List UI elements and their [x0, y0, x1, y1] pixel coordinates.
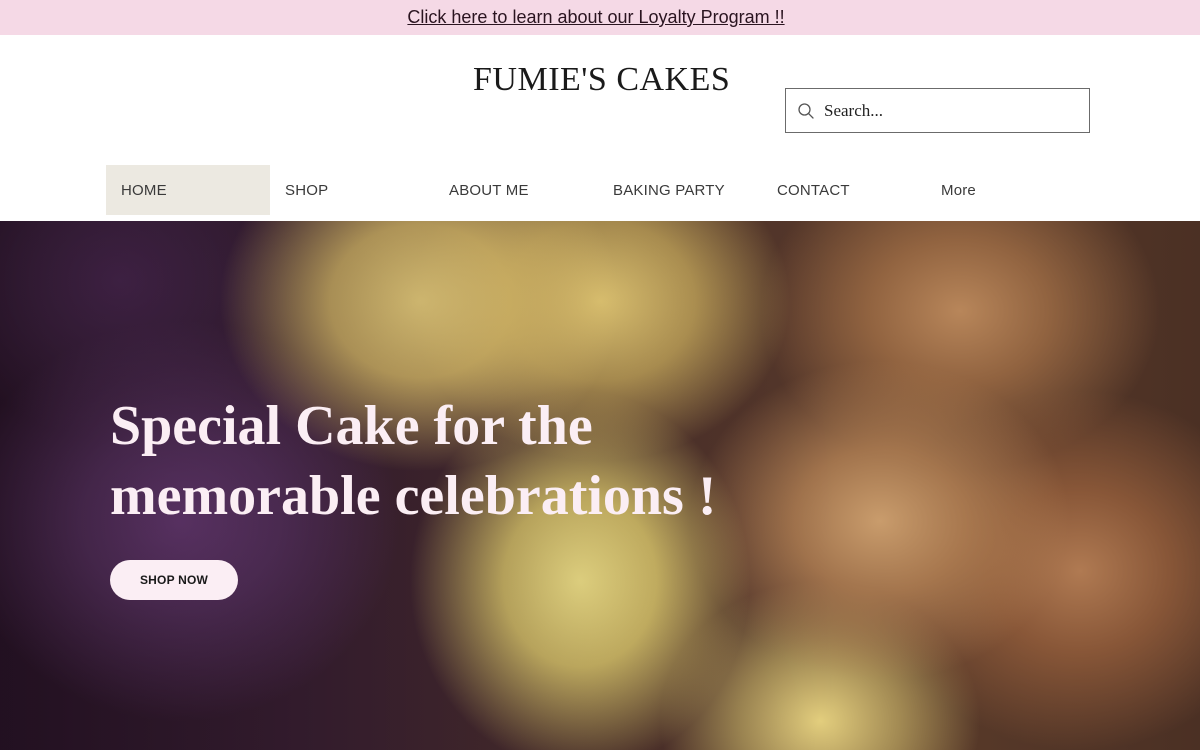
- site-title[interactable]: FUMIE'S CAKES: [473, 61, 730, 99]
- nav-item-home[interactable]: HOME: [106, 165, 270, 215]
- nav-item-shop[interactable]: SHOP: [270, 165, 434, 215]
- nav-item-more[interactable]: More: [926, 165, 1090, 215]
- nav-item-about-me[interactable]: ABOUT ME: [434, 165, 598, 215]
- site-header: FUMIE'S CAKES HOME SHOP ABOUT ME BAKING …: [0, 35, 1200, 221]
- hero-title-line-1: Special Cake for the: [110, 395, 593, 457]
- promo-bar: Click here to learn about our Loyalty Pr…: [0, 0, 1200, 35]
- nav-item-baking-party[interactable]: BAKING PARTY: [598, 165, 762, 215]
- search-input[interactable]: [824, 89, 1089, 132]
- nav-item-contact[interactable]: CONTACT: [762, 165, 926, 215]
- hero-title: Special Cake for the memorable celebrati…: [110, 391, 870, 531]
- main-nav: HOME SHOP ABOUT ME BAKING PARTY CONTACT …: [106, 165, 1090, 215]
- hero-title-line-2: memorable celebrations !: [110, 465, 717, 527]
- shop-now-button[interactable]: SHOP NOW: [110, 560, 238, 600]
- search-box[interactable]: [785, 88, 1090, 133]
- hero-banner: Special Cake for the memorable celebrati…: [0, 221, 1200, 750]
- search-icon: [798, 102, 814, 119]
- loyalty-program-link[interactable]: Click here to learn about our Loyalty Pr…: [407, 7, 784, 28]
